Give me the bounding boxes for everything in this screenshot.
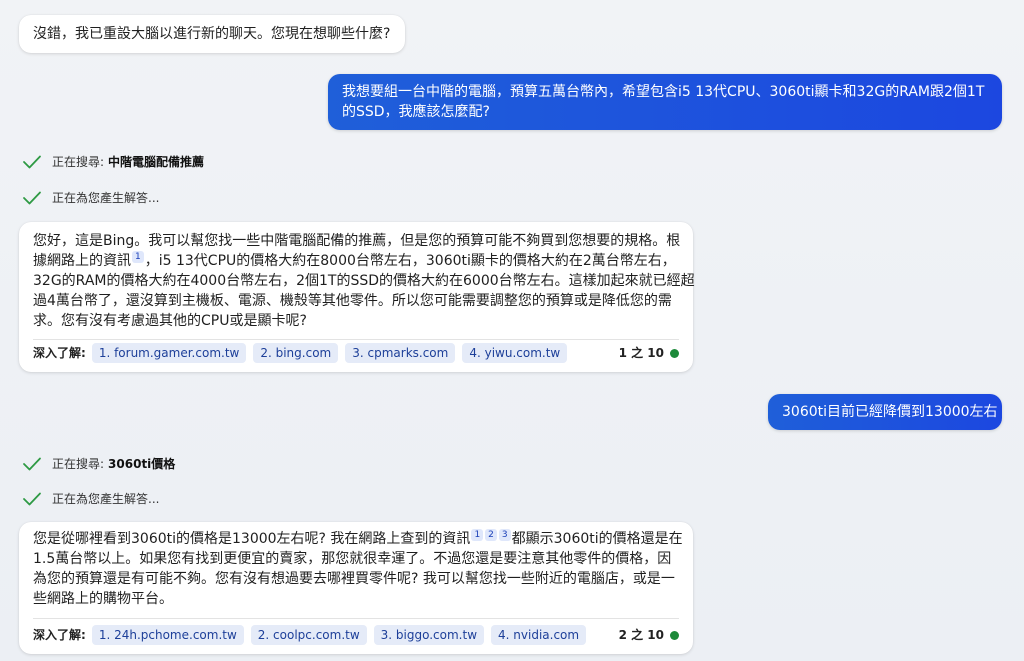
search-status-2-prefix: 正在搜尋: (52, 457, 105, 471)
citation-link[interactable]: 3 (498, 529, 511, 541)
answer-2-line: 些網路上的購物平台。 (33, 591, 173, 607)
bot-answer-2-text: 您是從哪裡看到3060ti的價格是13000左右呢? 我在網路上查到的資訊 1 2 3… (19, 522, 693, 609)
source-link[interactable]: 2. bing.com (253, 343, 339, 363)
learn-more-label: 深入了解: (33, 346, 86, 360)
learn-more-label: 深入了解: (33, 628, 86, 642)
source-link[interactable]: 3. biggo.com.tw (373, 625, 485, 645)
divider (33, 339, 679, 340)
learn-more-row: 深入了解: 1. 24h.pchome.com.tw 2. coolpc.com… (33, 625, 679, 645)
user-message-2-text: 3060ti目前已經降價到13000左右 (782, 404, 998, 420)
bot-answer-2: 您是從哪裡看到3060ti的價格是13000左右呢? 我在網路上查到的資訊 1 2 3… (19, 522, 693, 654)
source-link[interactable]: 4. yiwu.com.tw (462, 343, 568, 363)
answer-1-line: 您好，這是Bing。我可以幫您找一些中階電腦配備的推薦，但是您的預算可能不夠買到… (33, 233, 681, 249)
generating-status-2: 正在為您產生解答... (22, 490, 159, 507)
user-message-1: 我想要組一台中階的電腦，預算五萬台幣內，希望包含i5 13代CPU、3060ti… (328, 74, 1002, 130)
learn-more-row: 深入了解: 1. forum.gamer.com.tw 2. bing.com … (33, 343, 679, 363)
citation-link[interactable]: 2 (485, 529, 497, 541)
check-icon (23, 191, 41, 204)
answer-1-line: 求。您有沒有考慮過其他的CPU或是顯卡呢? (33, 313, 307, 329)
bot-message-intro: 沒錯，我已重設大腦以進行新的聊天。您現在想聊些什麼? (19, 15, 405, 53)
source-link[interactable]: 1. 24h.pchome.com.tw (91, 625, 244, 645)
user-message-2: 3060ti目前已經降價到13000左右 (768, 394, 1002, 430)
answer-1-line: 據網路上的資訊 1 ，i5 13代CPU的價格大約在8000台幣左右，3060ti顯… (33, 251, 676, 269)
divider (33, 618, 679, 619)
citation-link[interactable]: 1 (471, 529, 484, 541)
answer-2-line: 1.5萬台幣以上。如果您有找到更便宜的賣家，那您就很幸運了。不過您還是要注意其他… (33, 551, 672, 567)
check-icon (23, 457, 41, 470)
answer-1-line: 過4萬台幣了，還沒算到主機板、電源、機殼等其他零件。所以您可能需要調整您的預算或… (33, 293, 672, 309)
search-status-1-prefix: 正在搜尋: (52, 155, 105, 169)
bot-answer-1-text: 您好，這是Bing。我可以幫您找一些中階電腦配備的推薦，但是您的預算可能不夠買到… (19, 222, 695, 331)
status-dot-icon (670, 348, 679, 358)
response-counter: 2 之 10 (619, 625, 679, 645)
source-link[interactable]: 1. forum.gamer.com.tw (91, 343, 247, 363)
source-link[interactable]: 3. cpmarks.com (345, 343, 456, 363)
source-link[interactable]: 4. nvidia.com (491, 625, 587, 645)
user-message-1-text: 我想要組一台中階的電腦，預算五萬台幣內，希望包含i5 13代CPU、3060ti… (342, 84, 985, 120)
check-icon (23, 492, 41, 505)
generating-status-2-text: 正在為您產生解答... (52, 492, 160, 506)
generating-status-1: 正在為您產生解答... (22, 189, 159, 206)
source-link[interactable]: 2. coolpc.com.tw (250, 625, 367, 645)
search-status-1: 正在搜尋: 中階電腦配備推薦 (22, 153, 204, 170)
answer-2-line: 為您的預算還是有可能不夠。您有沒有想過要去哪裡買零件呢? 我可以幫您找一些附近的… (33, 571, 675, 587)
bot-message-intro-text: 沒錯，我已重設大腦以進行新的聊天。您現在想聊些什麼? (33, 26, 391, 42)
citation-link[interactable]: 1 (132, 251, 144, 263)
check-icon (23, 155, 41, 168)
response-counter: 1 之 10 (619, 343, 679, 363)
status-dot-icon (670, 630, 679, 640)
answer-2-line: 您是從哪裡看到3060ti的價格是13000左右呢? 我在網路上查到的資訊 1 2 3… (33, 529, 683, 547)
generating-status-1-text: 正在為您產生解答... (52, 191, 160, 205)
bot-answer-1: 您好，這是Bing。我可以幫您找一些中階電腦配備的推薦，但是您的預算可能不夠買到… (19, 222, 695, 372)
search-status-2: 正在搜尋: 3060ti價格 (22, 455, 175, 472)
search-status-2-query: 3060ti價格 (108, 457, 176, 471)
answer-1-line: 32G的RAM的價格大約在4000台幣左右，2個1T的SSD的價格大約在6000… (33, 273, 695, 289)
search-status-1-query: 中階電腦配備推薦 (108, 155, 205, 169)
